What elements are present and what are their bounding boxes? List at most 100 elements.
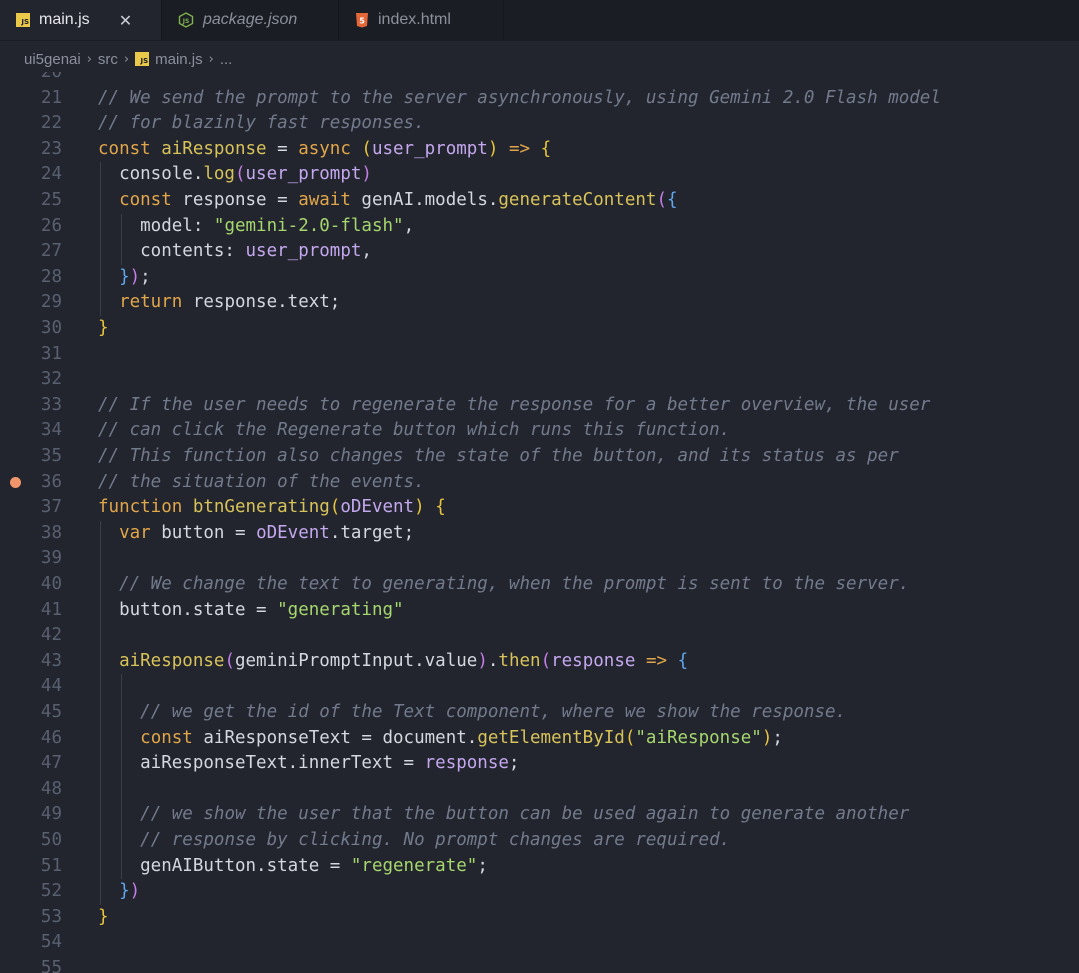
code-token: response <box>551 650 636 671</box>
line-number[interactable]: 47 <box>0 751 62 777</box>
svg-text:JS: JS <box>182 18 190 25</box>
line-number[interactable]: 34 <box>0 418 62 444</box>
line-number[interactable]: 52 <box>0 879 62 905</box>
line-number[interactable]: 41 <box>0 598 62 624</box>
line-number[interactable]: 48 <box>0 777 62 803</box>
line-number[interactable]: 25 <box>0 188 62 214</box>
line-number[interactable]: 42 <box>0 623 62 649</box>
close-icon[interactable]: ✕ <box>119 11 132 30</box>
code-token: { <box>540 138 552 159</box>
code-token: genAIButton.state = <box>98 855 351 876</box>
code-line: 51 genAIButton.state = "regenerate"; <box>0 854 1079 880</box>
code-text: } <box>98 316 109 342</box>
code-line: 32 <box>0 367 1079 393</box>
code-token: ( <box>540 650 552 671</box>
code-token: const <box>98 138 162 159</box>
line-number[interactable]: 46 <box>0 726 62 752</box>
code-token: ) <box>129 266 141 287</box>
breadcrumb-item[interactable]: ... <box>220 51 233 68</box>
code-line: 49 // we show the user that the button c… <box>0 802 1079 828</box>
line-number[interactable]: 29 <box>0 290 62 316</box>
line-number[interactable]: 40 <box>0 572 62 598</box>
code-token: btnGenerating <box>192 497 330 518</box>
code-token: ; <box>508 753 520 774</box>
code-token: ( <box>234 164 246 185</box>
breakpoint-dot-icon[interactable] <box>10 476 21 488</box>
line-number[interactable]: 31 <box>0 342 62 368</box>
line-number[interactable]: 24 <box>0 162 62 188</box>
tab-label: index.html <box>378 11 451 28</box>
line-number[interactable]: 27 <box>0 239 62 265</box>
code-line: 33 // If the user needs to regenerate the… <box>0 393 1079 419</box>
tab-package-json[interactable]: JS package.json <box>162 0 339 40</box>
breadcrumb-item[interactable]: main.js <box>155 51 203 68</box>
line-number[interactable]: 50 <box>0 828 62 854</box>
line-number[interactable]: 39 <box>0 546 62 572</box>
code-line: 34 // can click the Regenerate button whi… <box>0 418 1079 444</box>
breadcrumb-item[interactable]: ui5genai <box>24 51 81 68</box>
code-token: , <box>403 215 415 236</box>
line-number[interactable]: 44 <box>0 674 62 700</box>
line-number[interactable]: 32 <box>0 367 62 393</box>
code-token: aiResponse <box>119 650 225 671</box>
chevron-right-icon: › <box>86 51 92 67</box>
line-number[interactable]: 51 <box>0 854 62 880</box>
line-number[interactable]: 55 <box>0 956 62 973</box>
code-token: ( <box>624 727 636 748</box>
code-token: ; <box>140 266 151 287</box>
indent-guide <box>100 162 101 316</box>
breadcrumb-item[interactable]: src <box>98 51 118 68</box>
line-number[interactable]: 54 <box>0 930 62 956</box>
code-token: response = <box>182 190 299 210</box>
line-number[interactable]: 38 <box>0 521 62 547</box>
line-number[interactable]: 30 <box>0 316 62 342</box>
code-token: { <box>677 650 689 671</box>
code-line: 43 aiResponse(geminiPromptInput.value).t… <box>0 649 1079 675</box>
tab-index-html[interactable]: 5 index.html <box>339 0 504 40</box>
chevron-right-icon: › <box>208 51 214 67</box>
line-number[interactable]: 33 <box>0 393 62 419</box>
code-text: button.state = "generating" <box>98 598 404 624</box>
code-line: 30} <box>0 316 1079 342</box>
code-token: ( <box>224 650 235 671</box>
code-token: response <box>424 753 509 774</box>
code-text: // can click the Regenerate button which… <box>98 418 730 444</box>
code-token: } <box>98 318 109 338</box>
code-token: // we get the id of the Text component, … <box>140 702 847 722</box>
line-number[interactable]: 45 <box>0 700 62 726</box>
svg-text:5: 5 <box>359 17 365 26</box>
code-line: 44 <box>0 674 1079 700</box>
code-text: // for blazinly fast responses. <box>98 111 425 137</box>
line-number[interactable]: 26 <box>0 214 62 240</box>
code-token: user_prompt <box>245 241 362 262</box>
code-token: "gemini-2.0-flash" <box>213 215 404 236</box>
code-token: ) <box>129 881 141 902</box>
code-token: } <box>119 881 130 902</box>
code-line: 20 <box>0 72 1079 86</box>
code-line: 22 // for blazinly fast responses. <box>0 111 1079 137</box>
line-number[interactable]: 49 <box>0 802 62 828</box>
line-number[interactable]: 23 <box>0 137 62 163</box>
line-number[interactable]: 35 <box>0 444 62 470</box>
code-line: 40 // We change the text to generating, … <box>0 572 1079 598</box>
code-token: { <box>666 190 678 210</box>
line-number[interactable]: 53 <box>0 905 62 931</box>
code-token: log <box>203 164 235 185</box>
tab-main-js[interactable]: JS main.js ✕ <box>0 0 162 40</box>
line-number[interactable]: 37 <box>0 495 62 521</box>
code-token: // We send the prompt to the server asyn… <box>98 87 941 108</box>
code-line: 38 var button = oDEvent.target; <box>0 521 1079 547</box>
code-editor[interactable]: 20 21 // We send the prompt to the server … <box>0 72 1079 973</box>
code-line: 21 // We send the prompt to the server as… <box>0 86 1079 112</box>
line-number[interactable]: 21 <box>0 86 62 112</box>
line-number[interactable]: 20 <box>0 72 62 86</box>
code-text: genAIButton.state = "regenerate"; <box>98 854 488 880</box>
line-number[interactable]: 43 <box>0 649 62 675</box>
line-number[interactable]: 28 <box>0 265 62 291</box>
line-number[interactable]: 22 <box>0 111 62 137</box>
code-token: // we show the user that the button can … <box>140 804 910 825</box>
code-line: 48 <box>0 777 1079 803</box>
